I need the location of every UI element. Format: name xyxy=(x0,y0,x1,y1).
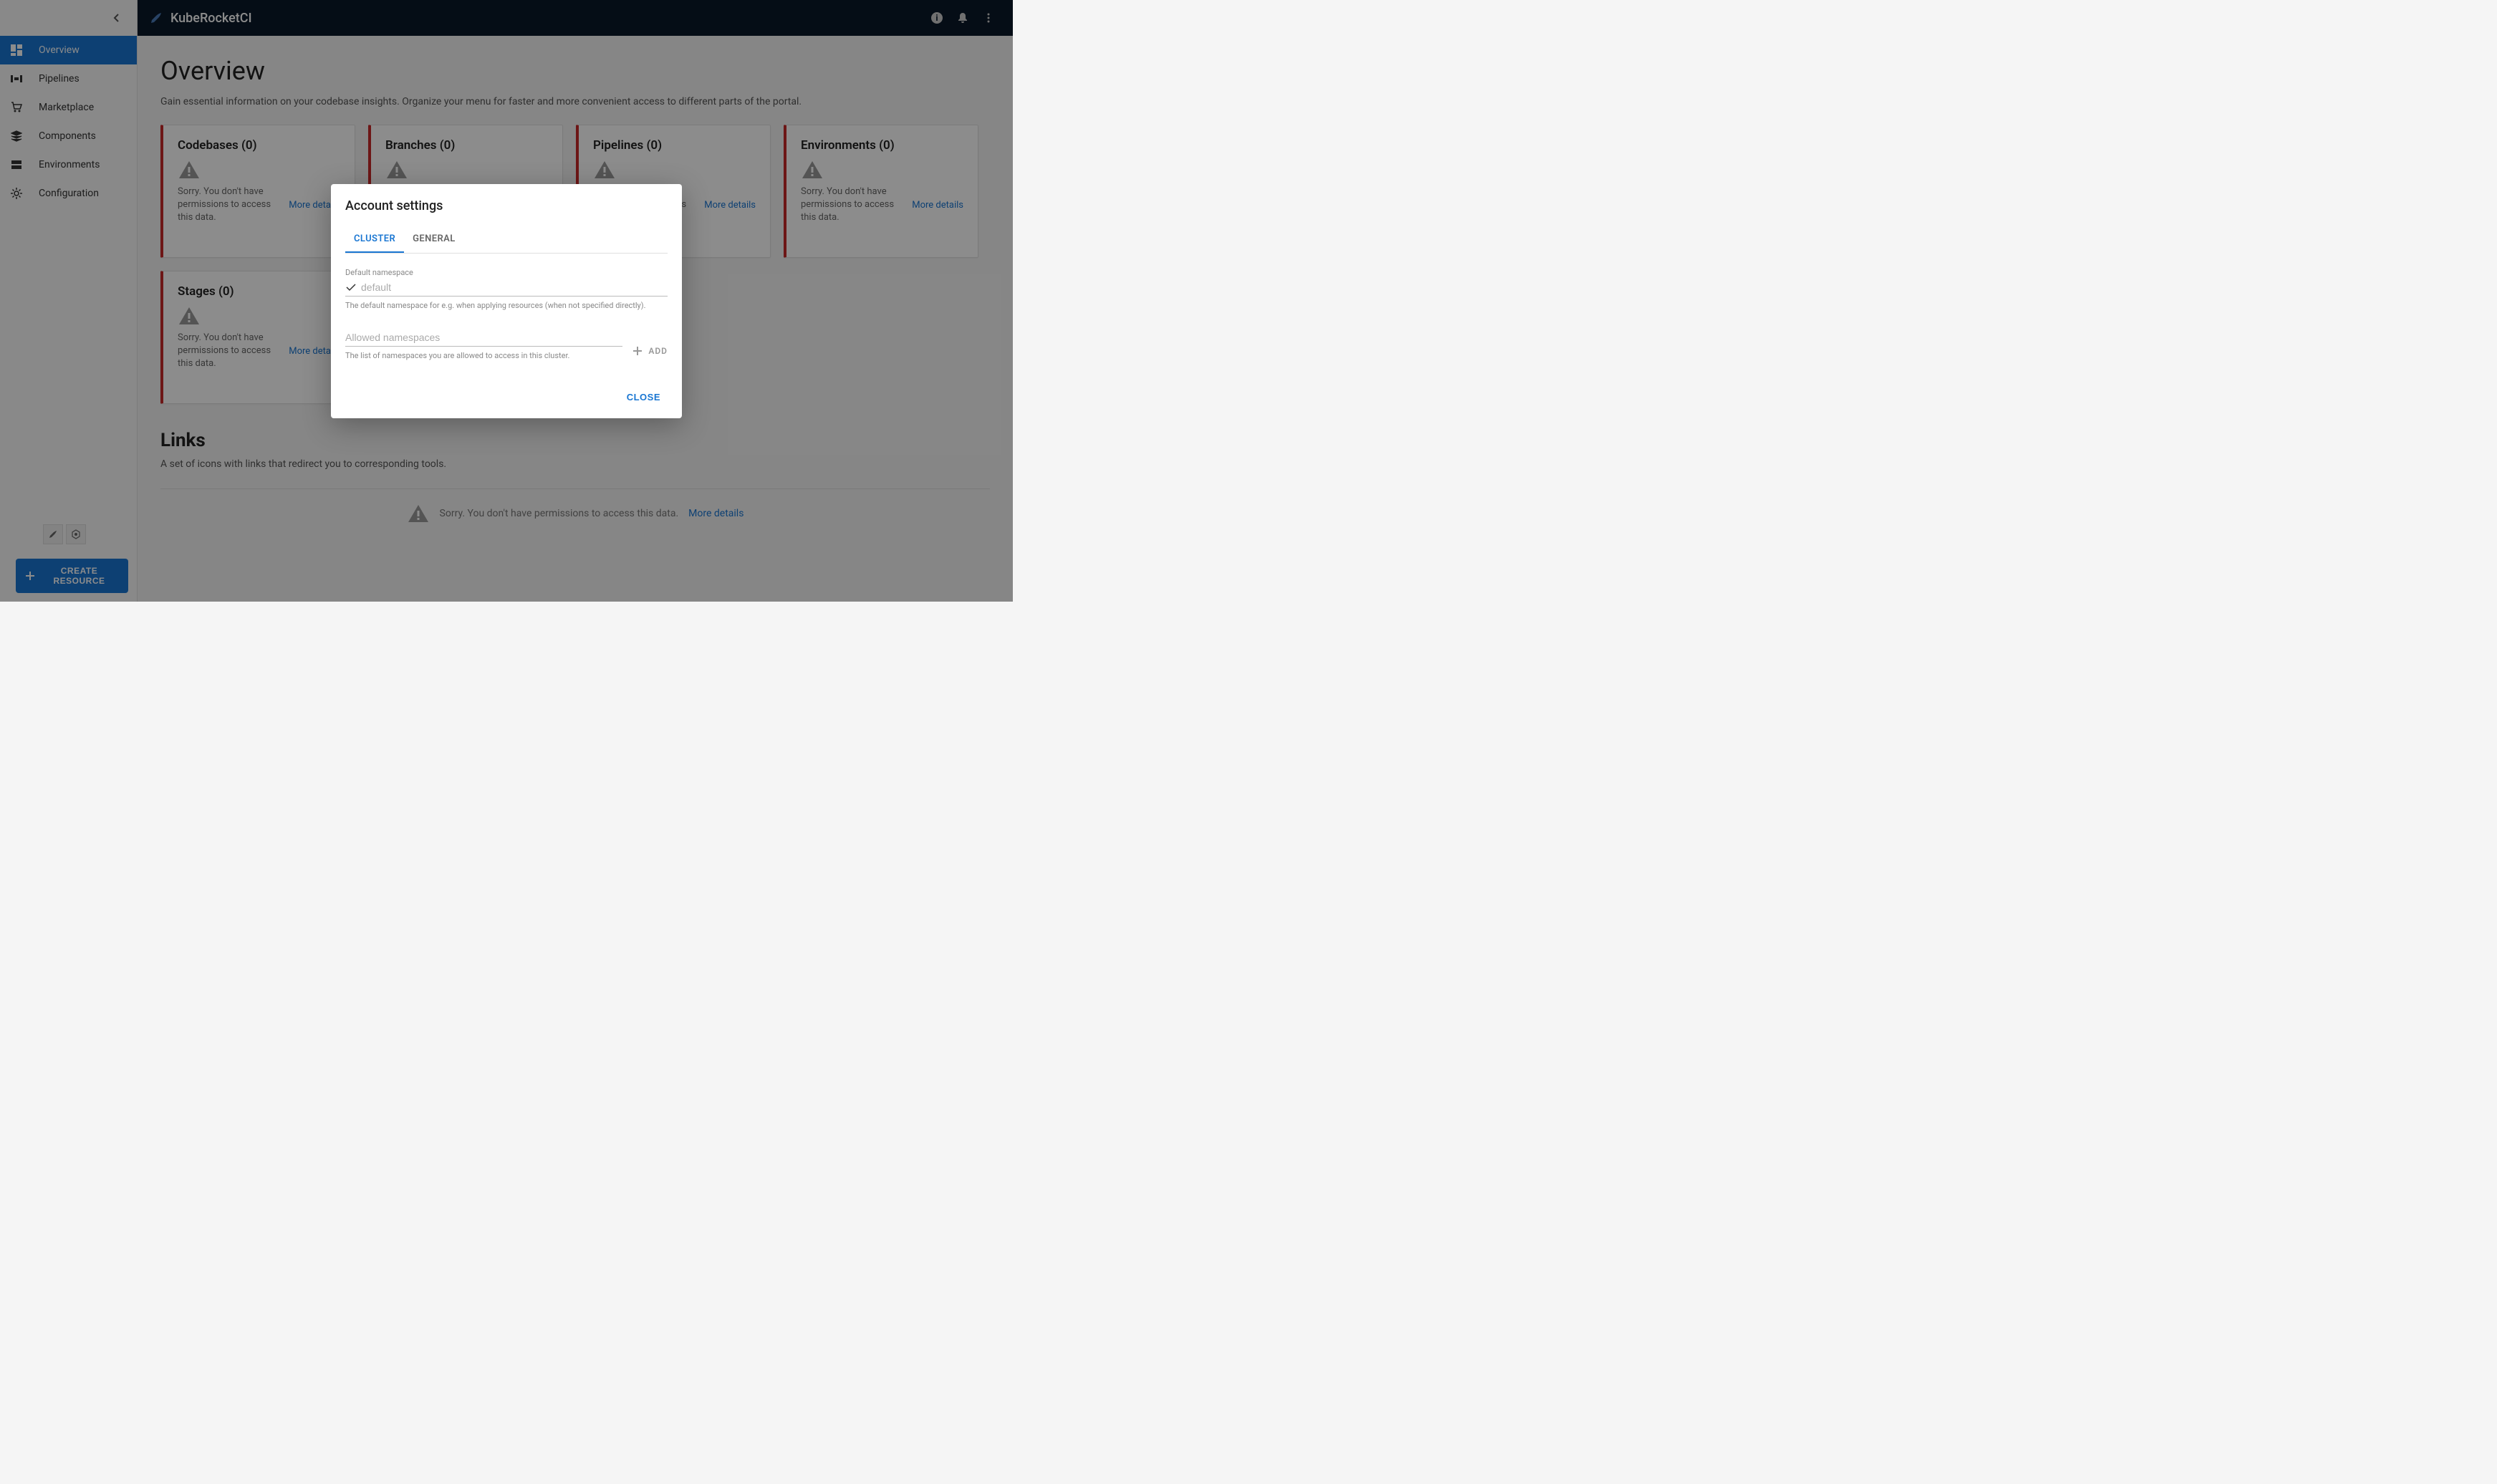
field-helper: The list of namespaces you are allowed t… xyxy=(345,351,622,360)
dialog-title: Account settings xyxy=(345,198,668,213)
default-namespace-input[interactable] xyxy=(361,281,668,293)
field-helper: The default namespace for e.g. when appl… xyxy=(345,301,668,310)
add-label: ADD xyxy=(648,346,668,356)
allowed-namespaces-field: The list of namespaces you are allowed t… xyxy=(345,329,622,360)
allowed-namespaces-row: The list of namespaces you are allowed t… xyxy=(345,329,668,360)
dialog-actions: CLOSE xyxy=(345,386,668,408)
field-label: Default namespace xyxy=(345,268,668,277)
allowed-namespaces-input[interactable] xyxy=(345,332,622,343)
add-namespace-button[interactable]: ADD xyxy=(632,346,668,360)
tab-general[interactable]: GENERAL xyxy=(404,226,464,253)
account-settings-dialog: Account settings CLUSTER GENERAL Default… xyxy=(331,184,682,418)
plus-icon xyxy=(632,346,643,356)
check-icon xyxy=(345,281,357,293)
close-button[interactable]: CLOSE xyxy=(620,386,668,408)
dialog-tabs: CLUSTER GENERAL xyxy=(345,226,668,254)
tab-cluster[interactable]: CLUSTER xyxy=(345,226,404,253)
modal-overlay[interactable]: Account settings CLUSTER GENERAL Default… xyxy=(0,0,1013,602)
default-namespace-field: Default namespace The default namespace … xyxy=(345,268,668,310)
